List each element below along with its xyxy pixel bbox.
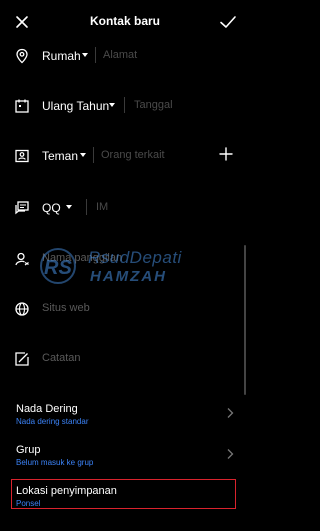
ringtone-setting[interactable]: Nada Dering Nada dering standar <box>0 398 244 432</box>
im-type-label[interactable]: QQ <box>42 201 61 215</box>
address-row: Rumah Alamat <box>0 38 244 74</box>
relation-type-dropdown-icon[interactable] <box>80 153 86 157</box>
ringtone-value: Nada dering standar <box>16 417 89 426</box>
divider <box>86 199 87 215</box>
page-title: Kontak baru <box>89 14 160 28</box>
group-value: Belum masuk ke grup <box>16 458 94 467</box>
date-type-dropdown-icon[interactable] <box>109 103 115 107</box>
im-input[interactable]: IM <box>96 201 108 213</box>
location-pin-icon <box>16 48 28 64</box>
im-type-dropdown-icon[interactable] <box>66 205 72 209</box>
contact-card-icon <box>15 149 29 163</box>
group-title: Grup <box>16 444 41 456</box>
chevron-right-icon <box>227 449 234 459</box>
globe-icon <box>15 302 29 316</box>
check-icon[interactable] <box>219 14 237 30</box>
website-input[interactable]: Situs web <box>42 302 90 314</box>
notes-input[interactable]: Catatan <box>42 352 81 364</box>
address-type-dropdown-icon[interactable] <box>82 53 88 57</box>
ringtone-title: Nada Dering <box>16 403 78 415</box>
storage-location-title: Lokasi penyimpanan <box>16 485 117 497</box>
address-type-label[interactable]: Rumah <box>42 49 81 63</box>
nickname-input[interactable]: Nama panggilan <box>42 252 122 264</box>
person-icon <box>15 252 29 266</box>
storage-location-value: Ponsel <box>16 499 41 508</box>
divider <box>93 147 94 163</box>
storage-location-setting[interactable]: Lokasi penyimpanan Ponsel <box>0 480 244 510</box>
top-bar: Kontak baru <box>0 0 250 42</box>
calendar-icon <box>15 99 29 113</box>
scrollbar[interactable] <box>244 245 246 395</box>
note-icon <box>15 352 29 366</box>
add-relation-icon[interactable] <box>218 146 234 162</box>
notes-row: Catatan <box>0 341 244 377</box>
chevron-right-icon <box>227 408 234 418</box>
chat-icon <box>15 201 29 215</box>
date-input[interactable]: Tanggal <box>134 99 173 111</box>
relation-row: Teman Orang terkait <box>0 138 244 174</box>
address-input[interactable]: Alamat <box>103 49 137 61</box>
divider <box>95 47 96 63</box>
date-type-label[interactable]: Ulang Tahun <box>42 99 109 113</box>
date-row: Ulang Tahun Tanggal <box>0 88 244 124</box>
website-row: Situs web <box>0 291 244 327</box>
divider <box>124 97 125 113</box>
relation-type-label[interactable]: Teman <box>42 149 78 163</box>
relation-input[interactable]: Orang terkait <box>101 149 165 161</box>
nickname-row: Nama panggilan <box>0 241 244 277</box>
im-row: QQ IM <box>0 190 244 226</box>
group-setting[interactable]: Grup Belum masuk ke grup <box>0 438 244 472</box>
